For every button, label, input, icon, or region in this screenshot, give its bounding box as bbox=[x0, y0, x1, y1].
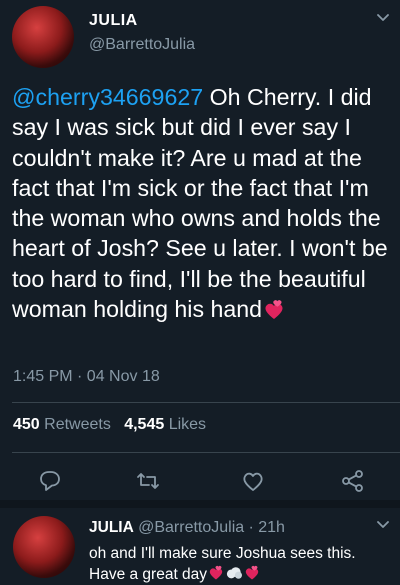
two-hearts-emoji-icon bbox=[265, 300, 283, 320]
tweet-stats: 450 Retweets 4,545 Likes bbox=[13, 416, 206, 434]
retweets-count: 450 bbox=[13, 416, 40, 433]
like-icon[interactable] bbox=[240, 468, 266, 494]
retweet-icon[interactable] bbox=[135, 468, 161, 494]
tweet-separator bbox=[0, 500, 400, 508]
divider bbox=[12, 452, 400, 453]
avatar[interactable] bbox=[12, 6, 74, 68]
reply-icon[interactable] bbox=[37, 468, 63, 494]
tweet-body: Oh Cherry. I did say I was sick but did … bbox=[12, 84, 388, 323]
retweets-label: Retweets bbox=[44, 416, 111, 433]
mention-link[interactable]: @cherry34669627 bbox=[12, 84, 203, 110]
likes-stat[interactable]: 4,545 Likes bbox=[124, 416, 206, 433]
likes-count: 4,545 bbox=[124, 416, 165, 433]
tweet-text: @cherry34669627 Oh Cherry. I did say I w… bbox=[12, 82, 394, 324]
author-name[interactable]: JULIA bbox=[89, 12, 138, 30]
reply-header: JULIA @BarrettoJulia · 21h bbox=[89, 519, 285, 537]
reply-author-handle[interactable]: @BarrettoJulia bbox=[138, 519, 244, 536]
retweets-stat[interactable]: 450 Retweets bbox=[13, 416, 111, 433]
reply-time[interactable]: · 21h bbox=[248, 519, 284, 536]
reply-author-name[interactable]: JULIA bbox=[89, 519, 134, 536]
reply-avatar[interactable] bbox=[13, 516, 75, 578]
tweet-timestamp[interactable]: 1:45 PM · 04 Nov 18 bbox=[13, 368, 160, 386]
author-handle[interactable]: @BarrettoJulia bbox=[89, 36, 195, 54]
chevron-down-icon[interactable] bbox=[375, 10, 391, 26]
divider bbox=[12, 402, 400, 403]
likes-label: Likes bbox=[168, 416, 207, 433]
chevron-down-icon[interactable] bbox=[375, 517, 391, 533]
share-icon[interactable] bbox=[340, 468, 366, 494]
